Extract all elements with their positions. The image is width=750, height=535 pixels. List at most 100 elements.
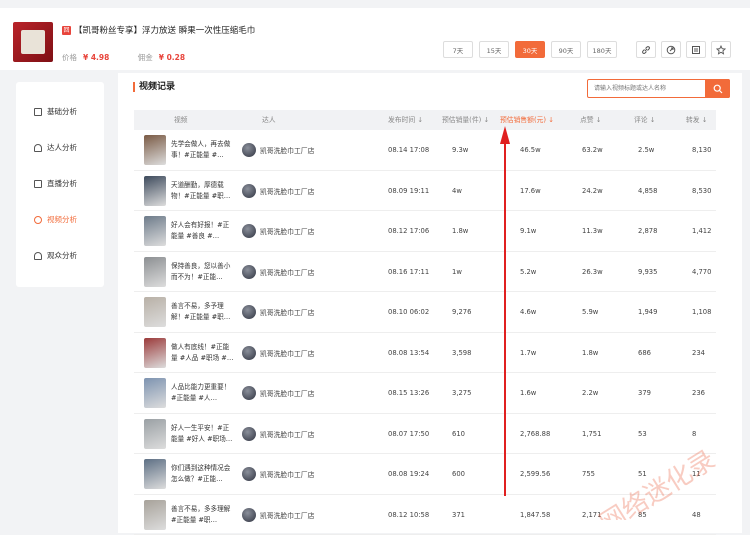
video-thumbnail[interactable] [144, 378, 166, 408]
cell-likes: 2,171 [582, 495, 601, 535]
cell-comments: 379 [638, 373, 651, 413]
avatar[interactable] [242, 386, 256, 400]
table-row[interactable]: 好人会有好报！#正能量 #善良 #…凯哥洗脸巾工厂店08.12 17:061.8… [134, 211, 716, 252]
sidebar-item-basic[interactable]: 基础分析 [34, 106, 77, 117]
col-creator: 达人 [262, 110, 276, 130]
video-title[interactable]: 好人一生平安！#正能量 #好人 #职场… [171, 423, 235, 446]
col-sales[interactable]: 预估销量(件) ↓ [442, 110, 489, 130]
sidebar-item-label: 基础分析 [47, 106, 77, 117]
creator-name[interactable]: 凯哥洗脸巾工厂店 [260, 252, 314, 292]
price-label: 价格 [62, 53, 77, 62]
cell-revenue: 5.2w [520, 252, 536, 292]
video-thumbnail[interactable] [144, 459, 166, 489]
table-row[interactable]: 做人有底线！#正能量 #人品 #职场 #…凯哥洗脸巾工厂店08.08 13:54… [134, 333, 716, 374]
video-title[interactable]: 善言不易，多多理解#正能量 #职… [171, 504, 235, 527]
creator-name[interactable]: 凯哥洗脸巾工厂店 [260, 495, 314, 535]
cell-shares: 8,530 [692, 171, 711, 211]
video-title[interactable]: 先学会做人，再去做事！#正能量 #… [171, 139, 235, 162]
play-circle-icon [34, 216, 42, 224]
tv-icon [34, 180, 42, 188]
avatar[interactable] [242, 346, 256, 360]
video-title[interactable]: 善言不易，多予理解！#正能量 #职… [171, 301, 235, 324]
table-row[interactable]: 好人一生平安！#正能量 #好人 #职场… 凯哥洗脸巾工厂店 08.07 17:50 6… [134, 414, 716, 455]
video-title[interactable]: 好人会有好报！#正能量 #善良 #… [171, 220, 235, 243]
table-row[interactable]: 善言不易，多多理解#正能量 #职…凯哥洗脸巾工厂店08.12 10:583711… [134, 495, 716, 535]
video-thumbnail[interactable] [144, 297, 166, 327]
sidebar-item-creator[interactable]: 达人分析 [34, 142, 77, 153]
filter-15-days[interactable]: 15天 [479, 41, 509, 58]
filter-180-days[interactable]: 180天 [587, 41, 617, 58]
cell-time: 08.07 17:50 [388, 414, 429, 454]
avatar[interactable] [242, 184, 256, 198]
cell-comments: 1,949 [638, 292, 657, 332]
chart-icon[interactable] [686, 41, 706, 58]
video-thumbnail[interactable] [144, 176, 166, 206]
link-icon[interactable] [636, 41, 656, 58]
cell-sales: 610 [452, 414, 465, 454]
star-icon[interactable] [711, 41, 731, 58]
avatar[interactable] [242, 467, 256, 481]
tool-buttons [636, 41, 731, 58]
creator-name[interactable]: 凯哥洗脸巾工厂店 [260, 454, 314, 494]
sidebar-item-video[interactable]: 视频分析 [34, 214, 77, 225]
video-thumbnail[interactable] [144, 257, 166, 287]
filter-90-days[interactable]: 90天 [551, 41, 581, 58]
creator-name[interactable]: 凯哥洗脸巾工厂店 [260, 130, 314, 170]
sidebar-item-label: 达人分析 [47, 142, 77, 153]
col-comments[interactable]: 评论 ↓ [634, 110, 655, 130]
cell-comments: 9,935 [638, 252, 657, 292]
cell-revenue: 9.1w [520, 211, 536, 251]
creator-name[interactable]: 凯哥洗脸巾工厂店 [260, 171, 314, 211]
search-input[interactable] [588, 80, 704, 97]
product-title[interactable]: 回【凯哥粉丝专享】浮力放送 瞬果一次性压缩毛巾 [62, 24, 255, 36]
table-row[interactable]: 先学会做人，再去做事！#正能量 #…凯哥洗脸巾工厂店08.14 17:089.3… [134, 130, 716, 171]
cell-revenue: 4.6w [520, 292, 536, 332]
col-shares[interactable]: 转发 ↓ [686, 110, 707, 130]
avatar[interactable] [242, 508, 256, 522]
creator-name[interactable]: 凯哥洗脸巾工厂店 [260, 211, 314, 251]
creator-name[interactable]: 凯哥洗脸巾工厂店 [260, 373, 314, 413]
cell-likes: 755 [582, 454, 595, 494]
commission-value: ¥ 0.28 [159, 53, 185, 62]
video-title[interactable]: 做人有底线！#正能量 #人品 #职场 #… [171, 342, 235, 365]
creator-name[interactable]: 凯哥洗脸巾工厂店 [260, 292, 314, 332]
avatar[interactable] [242, 305, 256, 319]
col-time[interactable]: 发布时间 ↓ [388, 110, 423, 130]
video-title[interactable]: 人品比能力更重要！#正能量 #人… [171, 382, 235, 405]
cell-sales: 3,598 [452, 333, 471, 373]
table-row[interactable]: 保持善良，您以善小而不为！#正能…凯哥洗脸巾工厂店08.16 17:111w5.… [134, 252, 716, 293]
avatar[interactable] [242, 224, 256, 238]
table-row[interactable]: 善言不易，多予理解！#正能量 #职…凯哥洗脸巾工厂店08.10 06:029,2… [134, 292, 716, 333]
video-title[interactable]: 保持善良，您以善小而不为！#正能… [171, 261, 235, 284]
sidebar-item-audience[interactable]: 观众分析 [34, 250, 77, 261]
avatar[interactable] [242, 265, 256, 279]
share-icon[interactable] [661, 41, 681, 58]
cell-shares: 1,108 [692, 292, 711, 332]
avatar[interactable] [242, 427, 256, 441]
video-thumbnail[interactable] [144, 135, 166, 165]
table-row[interactable]: 你们遇到这种情况会怎么做？#正能…凯哥洗脸巾工厂店08.08 19:246002… [134, 454, 716, 495]
sidebar: 基础分析 达人分析 直播分析 视频分析 观众分析 [16, 82, 104, 287]
table-row[interactable]: 天道酬勤，厚德载物！#正能量 #职…凯哥洗脸巾工厂店08.09 19:114w1… [134, 171, 716, 212]
video-thumbnail[interactable] [144, 216, 166, 246]
avatar[interactable] [242, 143, 256, 157]
product-title-text: 【凯哥粉丝专享】浮力放送 瞬果一次性压缩毛巾 [74, 26, 255, 36]
filter-7-days[interactable]: 7天 [443, 41, 473, 58]
filter-30-days[interactable]: 30天 [515, 41, 545, 58]
sidebar-item-label: 直播分析 [47, 178, 77, 189]
video-thumbnail[interactable] [144, 419, 166, 449]
col-likes[interactable]: 点赞 ↓ [580, 110, 601, 130]
video-thumbnail[interactable] [144, 338, 166, 368]
creator-name[interactable]: 凯哥洗脸巾工厂店 [260, 414, 314, 454]
cell-shares: 8 [692, 414, 696, 454]
search-button[interactable] [705, 79, 730, 98]
sidebar-item-live[interactable]: 直播分析 [34, 178, 77, 189]
video-title[interactable]: 你们遇到这种情况会怎么做？#正能… [171, 463, 235, 486]
product-image[interactable] [13, 22, 53, 62]
table-row[interactable]: 人品比能力更重要！#正能量 #人…凯哥洗脸巾工厂店08.15 13:263,27… [134, 373, 716, 414]
creator-name[interactable]: 凯哥洗脸巾工厂店 [260, 333, 314, 373]
cell-likes: 11.3w [582, 211, 603, 251]
cell-time: 08.09 19:11 [388, 171, 429, 211]
video-thumbnail[interactable] [144, 500, 166, 530]
video-title[interactable]: 天道酬勤，厚德载物！#正能量 #职… [171, 180, 235, 203]
